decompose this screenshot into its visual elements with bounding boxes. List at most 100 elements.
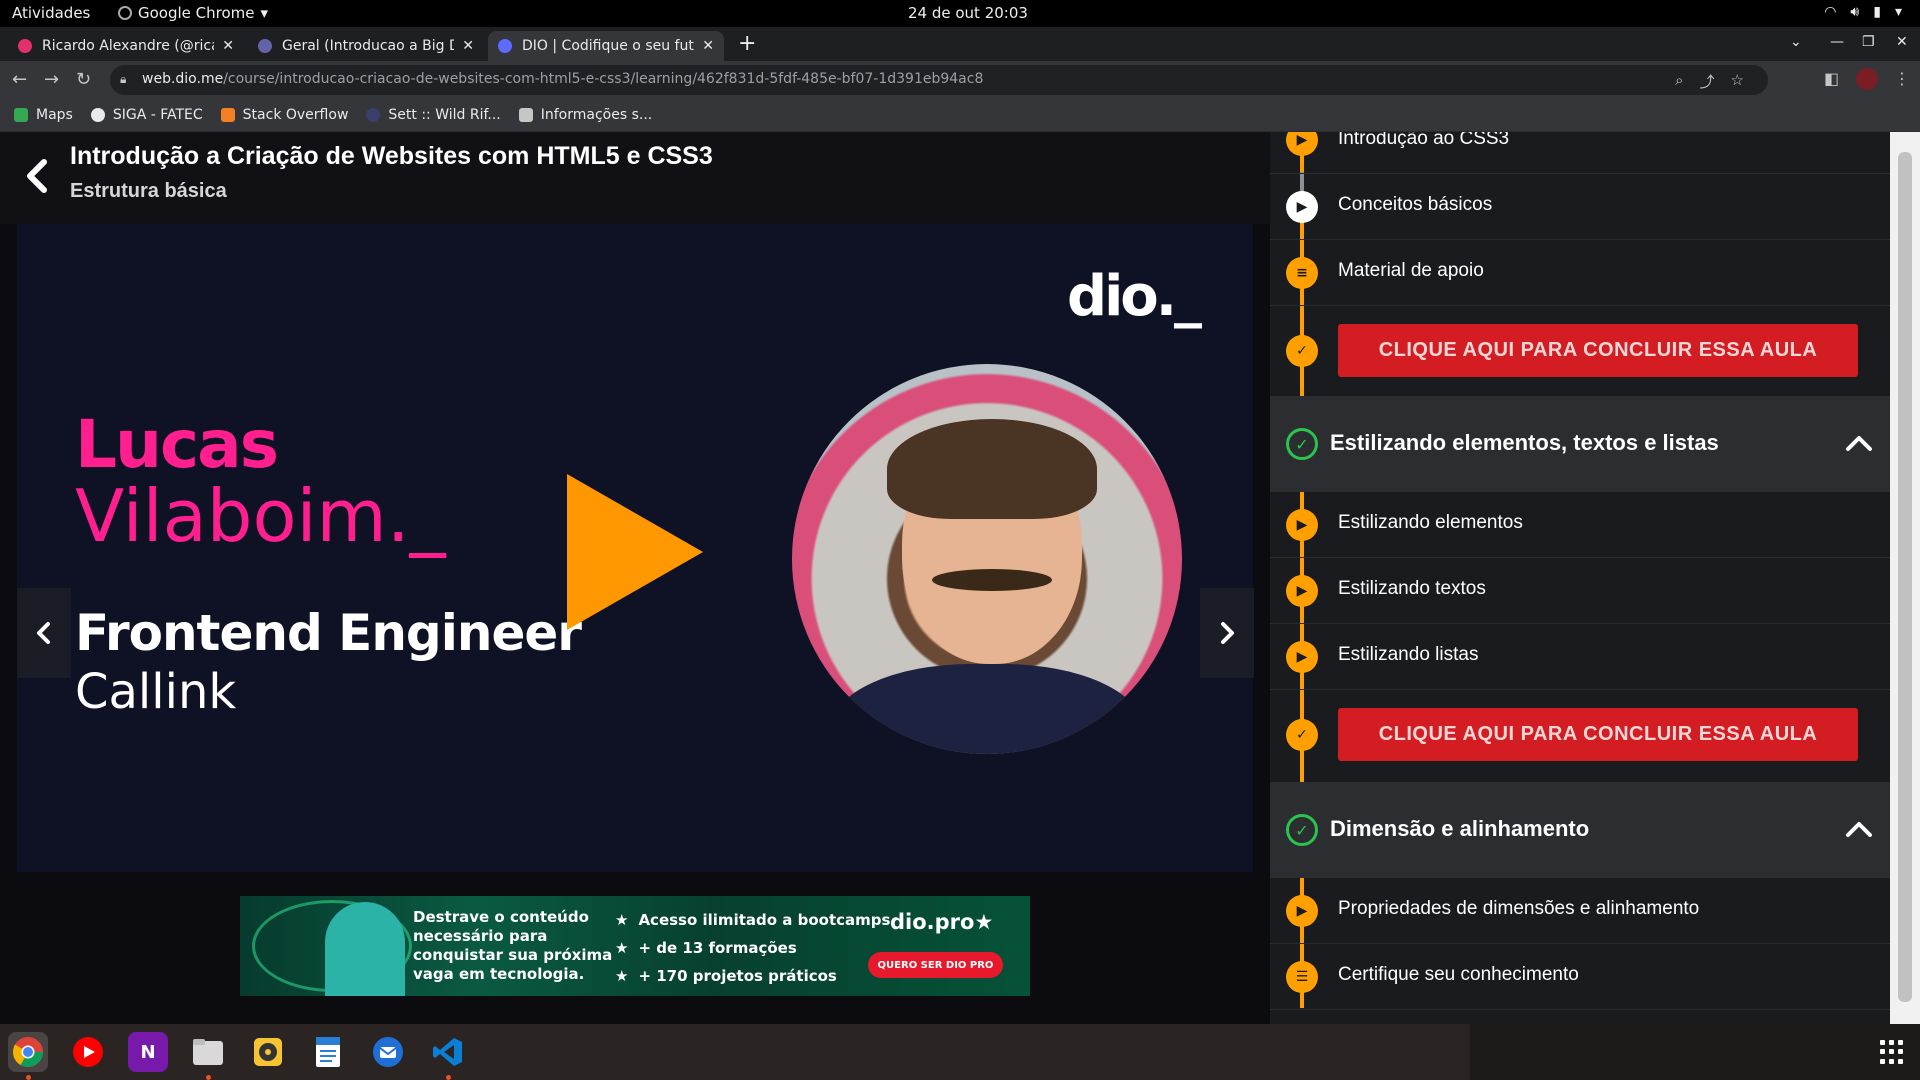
lesson-title: Estrutura básica xyxy=(70,180,227,202)
tab-title: DIO | Codifique o seu futu xyxy=(522,38,695,54)
star-icon: ★ xyxy=(974,910,994,934)
conclude-lesson-button[interactable]: CLIQUE AQUI PARA CONCLUIR ESSA AULA xyxy=(1338,324,1858,377)
lesson-item[interactable]: Estilizando elementos xyxy=(1270,492,1890,558)
play-icon: ▶ xyxy=(1286,575,1318,607)
star-icon: ★ xyxy=(615,939,629,957)
close-window-icon[interactable]: ✕ xyxy=(1896,34,1908,50)
back-arrow-icon[interactable] xyxy=(22,156,52,196)
wifi-icon: ◠ xyxy=(1824,4,1837,20)
page-scrollbar[interactable] xyxy=(1890,132,1920,1024)
tab-dio[interactable]: DIO | Codifique o seu futu ✕ xyxy=(488,31,724,61)
star-icon: ★ xyxy=(615,911,629,929)
share-icon[interactable]: ⤴ xyxy=(1700,71,1715,92)
dio-pro-logo: dio.pro★ xyxy=(890,910,994,934)
reload-icon[interactable]: ↻ xyxy=(76,69,91,90)
avatar[interactable] xyxy=(1856,68,1878,90)
module-section-header[interactable]: ✓ Dimensão e alinhamento xyxy=(1270,782,1890,878)
chrome-icon[interactable] xyxy=(8,1032,48,1072)
scrollbar-thumb[interactable] xyxy=(1898,152,1912,1002)
tab-search-icon[interactable]: ⌄ xyxy=(1790,34,1802,50)
bookmark-siga[interactable]: SIGA - FATEC xyxy=(90,107,203,123)
minimize-icon[interactable]: — xyxy=(1830,34,1844,50)
lesson-header: Introdução a Criação de Websites com HTM… xyxy=(0,132,1270,224)
dio-pro-cta-button[interactable]: QUERO SER DIO PRO xyxy=(868,952,1003,978)
bookmark-sett[interactable]: Sett :: Wild Rif... xyxy=(366,107,501,123)
tab-title: Ricardo Alexandre (@rica xyxy=(42,38,215,54)
presenter-photo xyxy=(792,364,1182,754)
chevron-up-icon[interactable] xyxy=(1844,814,1874,844)
sett-icon xyxy=(366,108,381,122)
lesson-item[interactable]: Estilizando listas xyxy=(1270,624,1890,690)
lesson-item-current[interactable]: Conceitos básicos xyxy=(1270,174,1890,240)
chevron-up-icon[interactable] xyxy=(1844,428,1874,458)
browser-toolbar: ← → ↻ 🔒︎ web.dio.me/course/introducao-cr… xyxy=(0,61,1920,99)
play-icon: ▶ xyxy=(1286,191,1318,223)
writer-icon[interactable] xyxy=(308,1032,348,1072)
next-lesson-button[interactable] xyxy=(1200,588,1254,678)
play-icon: ▶ xyxy=(1286,509,1318,541)
completed-check-icon: ✓ xyxy=(1286,428,1318,460)
banner-person-image xyxy=(325,902,405,996)
show-apps-icon[interactable] xyxy=(1880,1040,1904,1064)
files-icon[interactable] xyxy=(188,1032,228,1072)
bookmark-folder[interactable]: Informações s... xyxy=(518,107,652,123)
thunderbird-icon[interactable] xyxy=(368,1032,408,1072)
new-tab-button[interactable]: + xyxy=(738,31,756,56)
course-title: Introdução a Criação de Websites com HTM… xyxy=(70,142,713,170)
lesson-item[interactable]: Certifique seu conhecimento xyxy=(1270,944,1890,1010)
zoom-icon[interactable]: ⌕ xyxy=(1675,71,1683,92)
star-icon[interactable]: ☆ xyxy=(1731,71,1744,92)
bookmark-stackoverflow[interactable]: Stack Overflow xyxy=(220,107,348,123)
restore-icon[interactable]: ❐ xyxy=(1862,34,1875,50)
menu-icon[interactable]: ⋮ xyxy=(1894,69,1910,88)
bookmark-maps[interactable]: Maps xyxy=(14,107,73,123)
clock[interactable]: 24 de out 20:03 xyxy=(908,4,1028,22)
lesson-item[interactable]: Introdução ao CSS3 xyxy=(1270,132,1890,174)
chevron-down-icon: ▾ xyxy=(1894,4,1902,20)
system-tray[interactable]: ◠ 🔊︎ ▮ ▾ xyxy=(1824,4,1902,20)
course-sidebar: Introdução ao CSS3 ▶ Conceitos básicos ▶… xyxy=(1270,132,1890,1024)
battery-icon: ▮ xyxy=(1873,4,1881,20)
activities-button[interactable]: Atividades xyxy=(12,4,90,22)
lesson-item[interactable]: Estilizando textos xyxy=(1270,558,1890,624)
tab-instagram[interactable]: Ricardo Alexandre (@rica ✕ xyxy=(8,31,244,61)
tab-strip: Ricardo Alexandre (@rica ✕ Geral (Introd… xyxy=(0,27,1920,61)
forward-icon[interactable]: → xyxy=(44,69,59,90)
conclude-lesson-button[interactable]: CLIQUE AQUI PARA CONCLUIR ESSA AULA xyxy=(1338,708,1858,761)
maps-icon xyxy=(14,108,28,122)
dio-pro-banner[interactable]: Destrave o conteúdo necessário para conq… xyxy=(240,896,1030,996)
check-icon: ✓ xyxy=(1286,335,1318,367)
side-panel-icon[interactable]: ◧ xyxy=(1824,69,1839,88)
dio-icon xyxy=(498,39,512,53)
onenote-icon[interactable]: N xyxy=(128,1032,168,1072)
rhythmbox-icon[interactable] xyxy=(248,1032,288,1072)
address-bar[interactable]: 🔒︎ web.dio.me/course/introducao-criacao-… xyxy=(110,65,1768,95)
back-icon[interactable]: ← xyxy=(12,69,27,90)
youtube-music-icon[interactable] xyxy=(68,1032,108,1072)
close-icon[interactable]: ✕ xyxy=(222,38,234,54)
close-icon[interactable]: ✕ xyxy=(462,38,474,54)
module-section-header[interactable]: ✓ Estilizando elementos, textos e listas xyxy=(1270,396,1890,492)
lesson-item[interactable]: Propriedades de dimensões e alinhamento xyxy=(1270,878,1890,944)
banner-headline: Destrave o conteúdo necessário para conq… xyxy=(413,908,613,983)
play-icon: ▶ xyxy=(1286,895,1318,927)
chrome-icon xyxy=(118,6,132,20)
lesson-item[interactable]: Material de apoio xyxy=(1270,240,1890,306)
bookmarks-bar: Maps SIGA - FATEC Stack Overflow Sett ::… xyxy=(0,99,1920,132)
previous-lesson-button[interactable] xyxy=(17,588,71,678)
close-icon[interactable]: ✕ xyxy=(702,38,714,54)
check-icon: ✓ xyxy=(1286,719,1318,751)
lock-icon[interactable]: 🔒︎ xyxy=(120,72,126,87)
video-player[interactable]: dio._ Lucas Vilaboim._ Frontend Engineer… xyxy=(17,224,1253,872)
quiz-list-icon: ☰ xyxy=(1286,961,1318,993)
dio-logo: dio._ xyxy=(1067,264,1202,329)
presenter-last-name: Vilaboim._ xyxy=(75,474,446,558)
vscode-icon[interactable] xyxy=(428,1032,468,1072)
tab-title: Geral (Introducao a Big D xyxy=(282,38,455,54)
app-menu[interactable]: Google Chrome ▾ xyxy=(118,4,268,22)
tab-teams[interactable]: Geral (Introducao a Big D ✕ xyxy=(248,31,484,61)
presenter-company: Callink xyxy=(75,664,237,720)
play-icon[interactable] xyxy=(567,474,707,634)
stackoverflow-icon xyxy=(220,108,235,122)
play-icon: ▶ xyxy=(1286,641,1318,673)
